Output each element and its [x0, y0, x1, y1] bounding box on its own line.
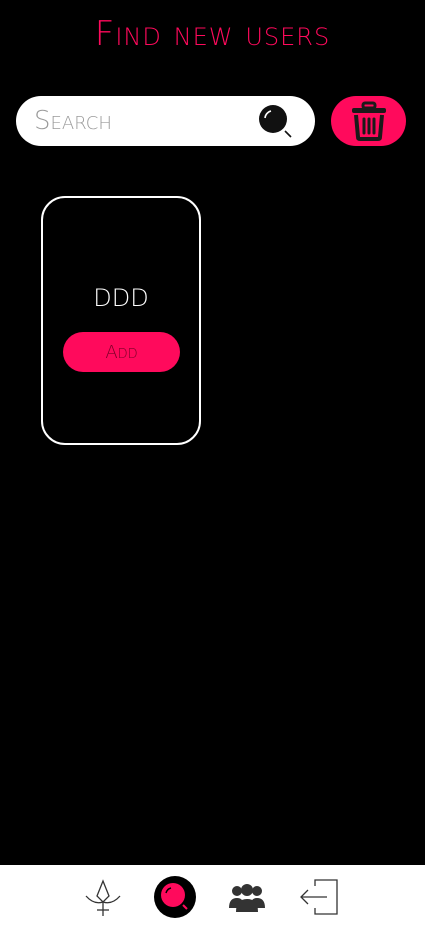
user-name: DDD	[93, 284, 149, 312]
search-bar	[16, 96, 315, 146]
logout-icon[interactable]	[299, 878, 339, 916]
search-input[interactable]	[34, 104, 254, 138]
users-icon[interactable]	[229, 881, 265, 913]
nav-search-icon[interactable]	[154, 876, 196, 918]
user-card: DDD Add	[41, 196, 201, 445]
trash-icon	[349, 101, 389, 141]
page-title: Find new users	[94, 14, 331, 54]
add-user-button[interactable]: Add	[63, 332, 180, 372]
clear-button[interactable]	[331, 96, 406, 146]
home-icon[interactable]	[84, 879, 122, 917]
search-icon[interactable]	[258, 104, 294, 138]
bottom-nav	[0, 865, 425, 928]
